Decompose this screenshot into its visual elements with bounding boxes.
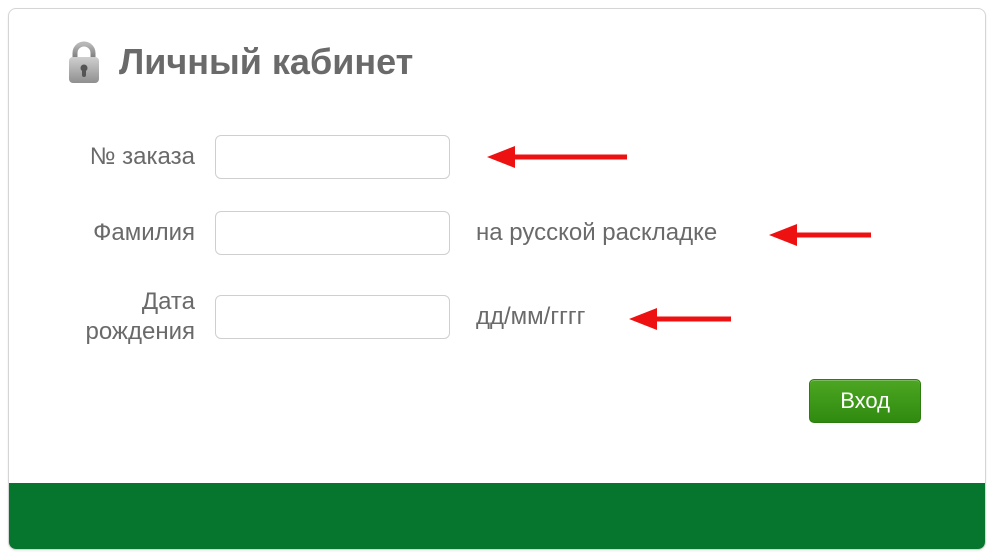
submit-button[interactable]: Вход: [809, 379, 921, 423]
header: Личный кабинет: [65, 39, 929, 85]
row-dob: Дата рождения дд/мм/гггг: [65, 287, 929, 347]
page-title: Личный кабинет: [119, 41, 413, 83]
arrow-annotation-icon: [765, 219, 875, 251]
arrow-annotation-icon: [481, 141, 631, 173]
input-surname[interactable]: [215, 211, 450, 255]
login-card: Личный кабинет № заказа Фамилия на русск…: [8, 8, 986, 550]
footer-bar: [9, 483, 985, 549]
row-surname: Фамилия на русской раскладке: [65, 211, 929, 255]
hint-surname: на русской раскладке: [476, 219, 717, 247]
label-surname: Фамилия: [65, 218, 195, 248]
label-order: № заказа: [65, 142, 195, 172]
card-body: Личный кабинет № заказа Фамилия на русск…: [9, 9, 985, 483]
arrow-annotation-icon: [625, 303, 735, 335]
hint-dob: дд/мм/гггг: [476, 303, 585, 331]
input-dob[interactable]: [215, 295, 450, 339]
input-order[interactable]: [215, 135, 450, 179]
label-dob: Дата рождения: [65, 287, 195, 347]
lock-icon: [65, 39, 103, 85]
button-row: Вход: [65, 379, 929, 423]
row-order: № заказа: [65, 135, 929, 179]
